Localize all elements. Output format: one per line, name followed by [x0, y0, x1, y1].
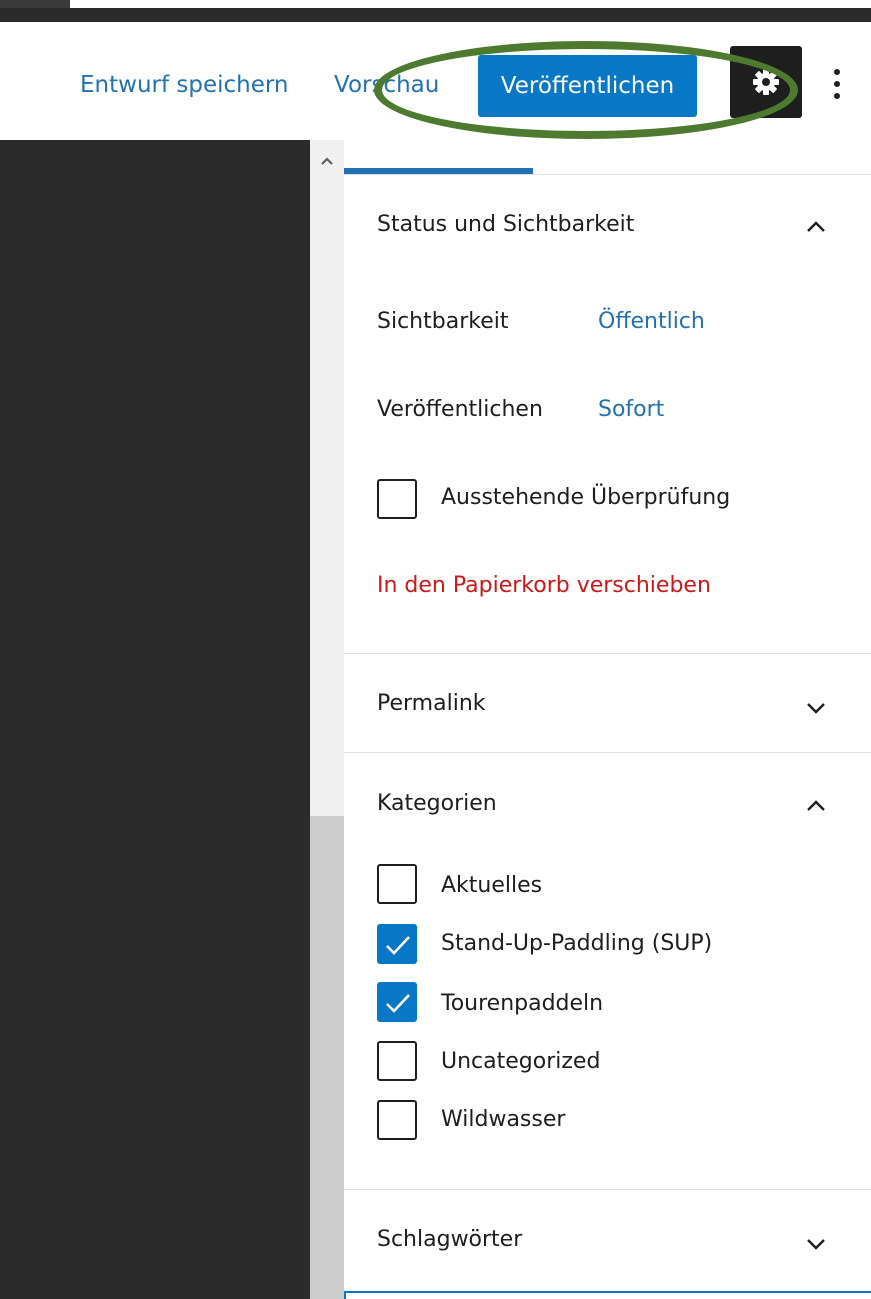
category-checkbox-wildwasser[interactable] — [377, 1100, 417, 1140]
top-strip-gap — [70, 0, 871, 8]
checkmark-icon — [386, 994, 410, 1013]
pending-review-checkbox[interactable] — [377, 479, 417, 519]
publish-button[interactable]: Veröffentlichen — [478, 55, 697, 117]
sidebar-scrollbar[interactable] — [310, 140, 344, 1299]
category-label[interactable]: Stand-Up-Paddling (SUP) — [441, 931, 712, 956]
category-checkbox-tourenpaddeln[interactable] — [377, 982, 417, 1022]
panel-divider — [344, 1189, 871, 1190]
visibility-value-link[interactable]: Öffentlich — [598, 309, 705, 334]
scrollbar-thumb[interactable] — [310, 816, 344, 1299]
category-checkbox-uncategorized[interactable] — [377, 1041, 417, 1081]
categories-panel-toggle[interactable] — [796, 787, 836, 827]
editor-header-toolbar: Entwurf speichern Vorschau Veröffentlich… — [0, 22, 871, 140]
visibility-label: Sichtbarkeit — [377, 309, 509, 334]
tags-panel-title[interactable]: Schlagwörter — [377, 1227, 522, 1252]
status-panel-toggle[interactable] — [796, 208, 836, 248]
tags-input-field[interactable] — [344, 1291, 871, 1299]
panel-divider — [344, 653, 871, 654]
tags-panel-toggle[interactable] — [796, 1223, 836, 1263]
chevron-up-icon — [796, 800, 836, 830]
chevron-down-icon — [796, 703, 836, 730]
gear-icon — [750, 66, 782, 98]
settings-button[interactable] — [730, 46, 802, 118]
category-label[interactable]: Wildwasser — [441, 1107, 565, 1132]
category-label[interactable]: Tourenpaddeln — [441, 991, 603, 1016]
permalink-panel-toggle[interactable] — [796, 687, 836, 727]
categories-panel-title[interactable]: Kategorien — [377, 791, 497, 816]
tab-divider — [344, 174, 871, 175]
chevron-up-icon — [796, 221, 836, 251]
panel-divider — [344, 752, 871, 753]
editor-canvas — [0, 140, 310, 1299]
category-label[interactable]: Uncategorized — [441, 1049, 600, 1074]
move-to-trash-link[interactable]: In den Papierkorb verschieben — [377, 573, 711, 598]
category-checkbox-aktuelles[interactable] — [377, 864, 417, 904]
preview-button[interactable]: Vorschau — [334, 72, 439, 98]
category-label[interactable]: Aktuelles — [441, 873, 542, 898]
top-strip-segment — [0, 0, 70, 8]
chevron-down-icon — [796, 1239, 836, 1266]
publish-date-label: Veröffentlichen — [377, 397, 543, 422]
permalink-panel-title[interactable]: Permalink — [377, 691, 486, 716]
vertical-ellipsis-icon — [833, 68, 841, 100]
more-options-button[interactable] — [822, 54, 852, 114]
pending-review-label[interactable]: Ausstehende Überprüfung — [441, 485, 730, 510]
checkmark-icon — [386, 936, 410, 955]
scroll-up-arrow-icon[interactable] — [316, 150, 338, 172]
window-top-strip — [0, 0, 871, 22]
save-draft-button[interactable]: Entwurf speichern — [80, 72, 289, 98]
status-panel-title[interactable]: Status und Sichtbarkeit — [377, 212, 634, 237]
settings-sidebar: Status und Sichtbarkeit Sichtbarkeit Öff… — [344, 140, 871, 1299]
category-checkbox-sup[interactable] — [377, 924, 417, 964]
publish-date-link[interactable]: Sofort — [598, 397, 664, 422]
